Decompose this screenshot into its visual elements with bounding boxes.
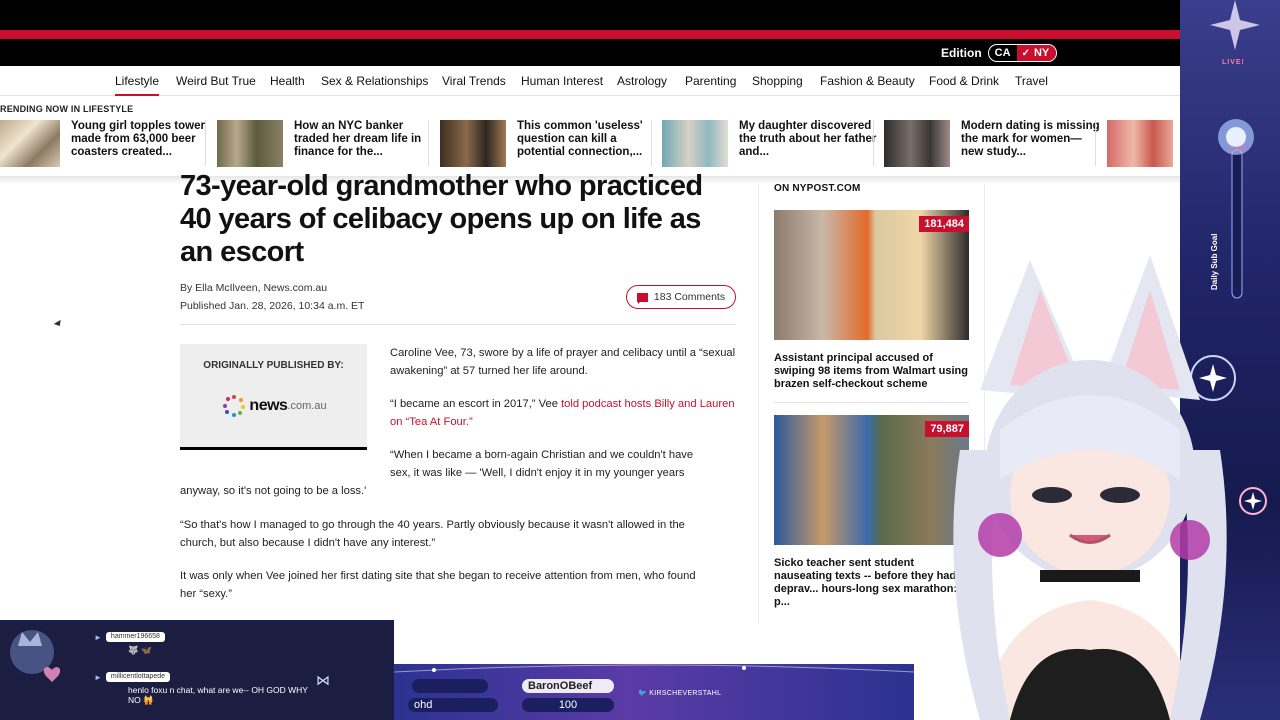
vtuber-avatar (953, 255, 1227, 720)
trending-title[interactable]: How an NYC banker traded her dream life … (294, 120, 434, 159)
divider (428, 120, 429, 166)
latest-follower: BaronOBeef (522, 679, 614, 693)
nav-item-astrology[interactable]: Astrology (617, 74, 667, 88)
story-view-count: 181,484 (919, 216, 969, 232)
stream-chat: ► hammer196658 🐺 🦋 ► millicentlottapede … (0, 620, 394, 720)
chat-text: 🐺 🦋 (128, 645, 152, 655)
trending-item[interactable]: Modern dating is missing the mark for wo… (884, 120, 1100, 168)
chat-text: henlo foxu n chat, what are we-- OH GOD … (128, 685, 308, 705)
article-byline[interactable]: By Ella McIlveen, News.com.au (180, 282, 327, 294)
nav-item-shopping[interactable]: Shopping (752, 74, 803, 88)
divider (758, 184, 759, 624)
twitter-handle-text: KIRSCHEVERSTAHL (649, 690, 722, 697)
paragraph-text: “I became an escort in 2017,” Vee (390, 398, 562, 410)
trending-title[interactable]: Modern dating is missing the mark for wo… (961, 120, 1101, 159)
divider (205, 120, 206, 166)
check-icon: ✓ (1021, 47, 1030, 59)
nav-item-human-interest[interactable]: Human Interest (521, 74, 603, 88)
nav-item-health[interactable]: Health (270, 74, 305, 88)
trending-title[interactable]: Young girl topples tower made from 63,00… (71, 120, 211, 159)
trending-item[interactable]: Young girl topples tower made from 63,00… (0, 120, 205, 168)
nav-item-fashion-beauty[interactable]: Fashion & Beauty (820, 74, 915, 88)
latest-donation: 100 (522, 698, 614, 712)
edition-ny[interactable]: ✓ NY (1016, 45, 1057, 61)
article-paragraph-line: sex, it was like — 'Well, I didn't enjoy… (390, 467, 685, 479)
trending-thumbnail[interactable] (440, 120, 506, 167)
trending-title[interactable]: This common 'useless' question can kill … (517, 120, 657, 159)
article-paragraph-line: It was only when Vee joined her first da… (180, 570, 696, 582)
chat-message: ► millicentlottapede (94, 672, 171, 682)
article-headline: 73-year-old grandmother who practiced 40… (180, 170, 703, 268)
edition-toggle[interactable]: CA ✓ NY (987, 44, 1058, 62)
trending-thumbnail[interactable] (884, 120, 950, 167)
nav-item-parenting[interactable]: Parenting (685, 74, 736, 88)
bow-icon: ⋈ (316, 672, 330, 688)
chevron-right-icon: ► (94, 632, 102, 642)
sub-goal-count: 71/25 (1229, 146, 1247, 153)
chat-mascot-icon (10, 630, 61, 682)
nav-item-weird-but-true[interactable]: Weird But True (176, 74, 256, 88)
brand-stripe (0, 30, 1180, 39)
edition-ca[interactable]: CA (989, 47, 1017, 59)
article-paragraph: “I became an escort in 2017,” Vee told p… (390, 395, 736, 431)
originally-published-box: ORIGINALLY PUBLISHED BY: news .com.au (180, 344, 367, 450)
nav-item-travel[interactable]: Travel (1015, 74, 1048, 88)
trending-title[interactable]: My daughter discovered the truth about h… (739, 120, 879, 159)
originally-published-label: ORIGINALLY PUBLISHED BY: (203, 360, 344, 371)
comment-icon (636, 292, 648, 304)
article-paragraph-line: her “sexy.” (180, 588, 233, 600)
nav-item-viral-trends[interactable]: Viral Trends (442, 74, 506, 88)
chat-username[interactable]: hammer196658 (105, 632, 165, 642)
comments-count: 183 Comments (653, 291, 726, 303)
trending-item[interactable]: How an NYC banker traded her dream life … (217, 120, 427, 168)
logo-domain: .com.au (287, 400, 327, 412)
section-nav: Lifestyle Weird But True Health Sex & Re… (0, 66, 1280, 96)
top-bar: Edition CA ✓ NY (0, 0, 1280, 66)
trending-label: RENDING NOW IN LIFESTYLE (0, 104, 134, 114)
divider (180, 324, 736, 325)
divider (651, 120, 652, 166)
article-paragraph-line: anyway, so it's not going to be a loss.' (180, 485, 367, 497)
latest-sub: ohd (408, 698, 498, 712)
progress-field (412, 679, 488, 693)
trending-thumbnail[interactable] (217, 120, 283, 167)
edition-ny-label: NY (1033, 47, 1050, 59)
screen: Edition CA ✓ NY Lifestyle Weird But True … (0, 0, 1280, 720)
sidebar-heading: ON NYPOST.COM (774, 183, 861, 194)
live-label: LIVE! (1222, 59, 1245, 66)
trending-item[interactable] (1107, 120, 1173, 168)
trending-item[interactable]: My daughter discovered the truth about h… (662, 120, 876, 168)
trending-thumbnail[interactable] (0, 120, 60, 167)
chevron-right-icon: ► (94, 672, 102, 682)
trending-item[interactable]: This common 'useless' question can kill … (440, 120, 650, 168)
edition-label: Edition (941, 46, 982, 60)
nav-item-sex-relationships[interactable]: Sex & Relationships (321, 74, 428, 88)
logo-wordmark: news (249, 397, 288, 414)
trending-thumbnail[interactable] (1107, 120, 1173, 167)
chat-username[interactable]: millicentlottapede (105, 672, 171, 682)
mouse-cursor (53, 319, 64, 329)
article-paragraph-line: “So that's how I managed to go through t… (180, 519, 685, 531)
nav-active-indicator (115, 94, 159, 96)
article-paragraph-line: “When I became a born-again Christian an… (390, 449, 694, 461)
chat-message: ► hammer196658 (94, 632, 165, 642)
divider (873, 120, 874, 166)
article-paragraph: Caroline Vee, 73, swore by a life of pra… (390, 347, 736, 377)
news-com-au-logo[interactable]: news .com.au (220, 384, 330, 428)
trending-thumbnail[interactable] (662, 120, 728, 167)
divider (1095, 120, 1096, 166)
article-paragraph-line: church, but also because I didn't have a… (180, 537, 436, 549)
nav-item-lifestyle[interactable]: Lifestyle (115, 74, 159, 88)
edition-selector: Edition CA ✓ NY (941, 44, 1058, 62)
twitter-handle: 🐦 KIRSCHEVERSTAHL (638, 690, 722, 697)
comments-button[interactable]: 183 Comments (626, 285, 736, 309)
nav-item-food-drink[interactable]: Food & Drink (929, 74, 999, 88)
article-published-date: Published Jan. 28, 2026, 10:34 a.m. ET (180, 300, 365, 312)
logo-dots-icon (223, 395, 246, 417)
